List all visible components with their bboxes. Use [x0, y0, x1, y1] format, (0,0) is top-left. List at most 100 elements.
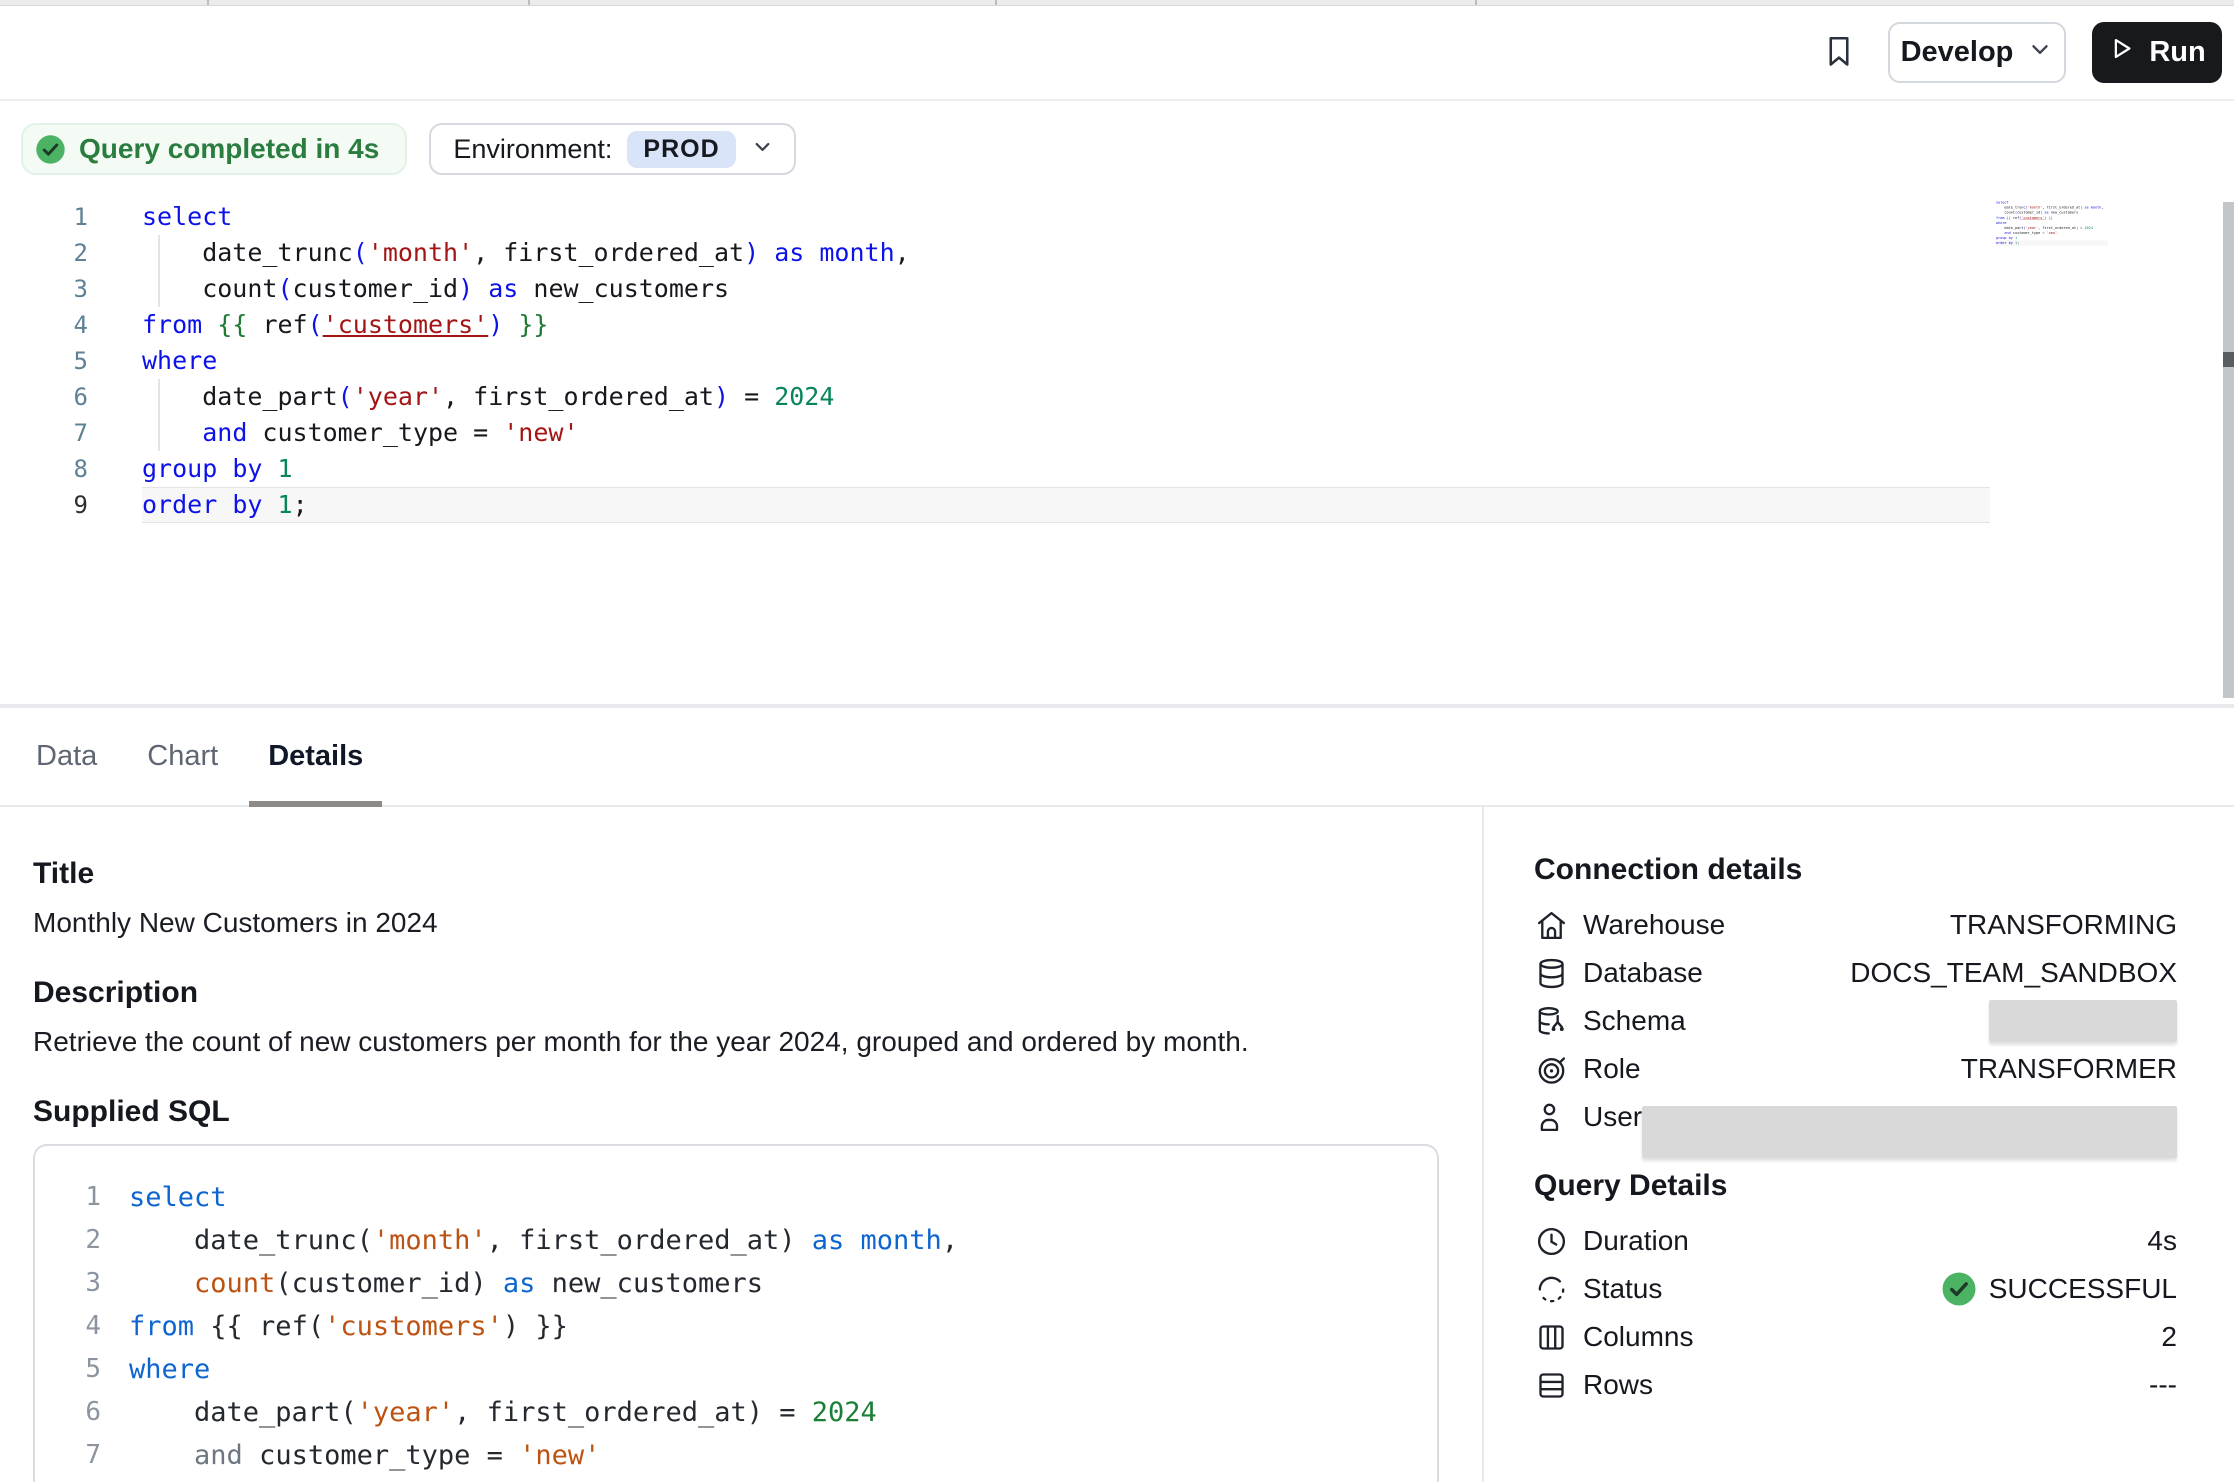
code-line: 7 and customer_type = 'new': [35, 1434, 1437, 1477]
indent-guide: [158, 235, 160, 307]
code-line-text: select: [129, 1176, 227, 1219]
bookmark-button[interactable]: [1816, 30, 1862, 76]
schema-icon: [1534, 1004, 1568, 1038]
success-check-icon: [1941, 1271, 1977, 1307]
supplied-sql-block: 1select2 date_trunc('month', first_order…: [33, 1144, 1439, 1482]
code-line[interactable]: 2 date_trunc('month', first_ordered_at) …: [0, 235, 1990, 271]
code-line-text: and customer_type = 'new': [142, 415, 1990, 451]
develop-dropdown-button[interactable]: Develop: [1888, 22, 2066, 83]
minimap-code: 1select2 date_trunc('month', first_order…: [1996, 200, 2108, 245]
detail-row-columns: Columns2: [1534, 1313, 2177, 1361]
warehouse-icon: [1534, 908, 1568, 942]
status-spinner-icon: [1534, 1272, 1568, 1306]
success-check-icon: [35, 134, 66, 165]
develop-button-label: Develop: [1901, 36, 2014, 69]
redacted-value: [1642, 1106, 2177, 1158]
query-status-bar: Query completed in 4s Environment: PROD: [0, 112, 2234, 186]
line-number: 3: [35, 1262, 129, 1305]
code-line[interactable]: 7 and customer_type = 'new': [0, 415, 1990, 451]
code-line-text: count(customer_id) as new_customers: [142, 271, 1990, 307]
code-line[interactable]: 6 date_part('year', first_ordered_at) = …: [0, 379, 1990, 415]
query-status-text: Query completed in 4s: [79, 133, 379, 165]
detail-label: Duration: [1583, 1225, 1689, 1257]
detail-label: Rows: [1583, 1369, 1653, 1401]
supplied-sql-heading: Supplied SQL: [33, 1095, 1439, 1129]
query-details-heading: Query Details: [1534, 1169, 2177, 1203]
tab-strip-divider: [1475, 0, 1477, 5]
detail-label: Database: [1583, 957, 1703, 989]
code-line: 3 count(customer_id) as new_customers: [35, 1262, 1437, 1305]
detail-row-role: Role TRANSFORMER: [1534, 1045, 2177, 1093]
line-number: 6: [0, 379, 142, 415]
code-line[interactable]: 8group by 1: [0, 451, 1990, 487]
code-line-text: and customer_type = 'new': [129, 1434, 600, 1477]
title-value: Monthly New Customers in 2024: [33, 906, 1439, 940]
detail-row-schema: Schema: [1534, 997, 2177, 1045]
query-status-pill: Query completed in 4s: [21, 123, 407, 175]
detail-label: Role: [1583, 1053, 1641, 1085]
run-button[interactable]: Run: [2092, 22, 2222, 83]
description-heading: Description: [33, 976, 1439, 1010]
query-details-list: Duration4sStatusSUCCESSFULColumns2Rows--…: [1534, 1217, 2177, 1409]
line-number: 5: [0, 343, 142, 379]
code-line-text: order by 1;: [142, 487, 1990, 523]
line-number: 7: [0, 415, 142, 451]
bookmark-icon: [1821, 33, 1857, 72]
code-line: 2 date_trunc('month', first_ordered_at) …: [35, 1219, 1437, 1262]
environment-selector[interactable]: Environment: PROD: [429, 123, 795, 175]
tab-details[interactable]: Details: [249, 708, 382, 805]
chevron-down-icon: [751, 135, 774, 163]
environment-value-badge: PROD: [627, 131, 735, 168]
code-line[interactable]: 3 count(customer_id) as new_customers: [0, 271, 1990, 307]
detail-label: Warehouse: [1583, 909, 1725, 941]
role-icon: [1534, 1052, 1568, 1086]
detail-value: ---: [2149, 1369, 2177, 1401]
detail-label: User: [1583, 1101, 1642, 1133]
code-line: 4from {{ ref('customers') }}: [35, 1305, 1437, 1348]
toolbar: Develop Run: [0, 6, 2234, 101]
detail-value: SUCCESSFUL: [1941, 1271, 2177, 1307]
code-line-text: date_trunc('month', first_ordered_at) as…: [129, 1219, 958, 1262]
code-line: 8group by 1: [35, 1477, 1437, 1482]
title-heading: Title: [33, 857, 1439, 891]
code-line[interactable]: 5where: [0, 343, 1990, 379]
chevron-down-icon: [2027, 36, 2053, 70]
detail-value: 2: [2161, 1321, 2177, 1353]
code-line[interactable]: 4from {{ ref('customers') }}: [0, 307, 1990, 343]
editor-minimap[interactable]: 1select2 date_trunc('month', first_order…: [1996, 200, 2108, 284]
code-line[interactable]: 1select: [0, 199, 1990, 235]
code-line[interactable]: 9order by 1;: [0, 487, 1990, 523]
line-number: 1: [35, 1176, 129, 1219]
results-tab-bar: DataChartDetails: [0, 706, 2234, 807]
tab-chart[interactable]: Chart: [128, 708, 237, 805]
detail-row-rows: Rows ---: [1534, 1361, 2177, 1409]
line-number: 7: [35, 1434, 129, 1477]
code-line-text: from {{ ref('customers') }}: [129, 1305, 568, 1348]
code-line: 5where: [35, 1348, 1437, 1391]
code-line-text: order by 1;: [1996, 240, 2108, 245]
code-line-text: date_part('year', first_ordered_at) = 20…: [129, 1391, 877, 1434]
connection-details-heading: Connection details: [1534, 853, 2177, 887]
tab-data[interactable]: Data: [17, 708, 116, 805]
code-line: 6 date_part('year', first_ordered_at) = …: [35, 1391, 1437, 1434]
code-line-text: group by 1: [129, 1477, 292, 1482]
detail-value: TRANSFORMING: [1950, 909, 2177, 941]
line-number: 3: [0, 271, 142, 307]
code-line-text: group by 1: [142, 451, 1990, 487]
line-number: 2: [35, 1219, 129, 1262]
columns-icon: [1534, 1320, 1568, 1354]
detail-value: TRANSFORMER: [1961, 1053, 2177, 1085]
line-number: 8: [0, 451, 142, 487]
editor-scrollbar[interactable]: [2223, 202, 2234, 698]
tab-strip-divider: [528, 0, 530, 5]
line-number: 5: [35, 1348, 129, 1391]
sql-editor[interactable]: 1select2 date_trunc('month', first_order…: [0, 186, 2234, 706]
detail-row-duration: Duration4s: [1534, 1217, 2177, 1265]
code-line-text: where: [142, 343, 1990, 379]
code-line-text: select: [142, 199, 1990, 235]
indent-guide: [158, 379, 160, 451]
detail-label: Schema: [1583, 1005, 1686, 1037]
line-number: 2: [0, 235, 142, 271]
line-number: 4: [0, 307, 142, 343]
code-line-text: date_part('year', first_ordered_at) = 20…: [142, 379, 1990, 415]
